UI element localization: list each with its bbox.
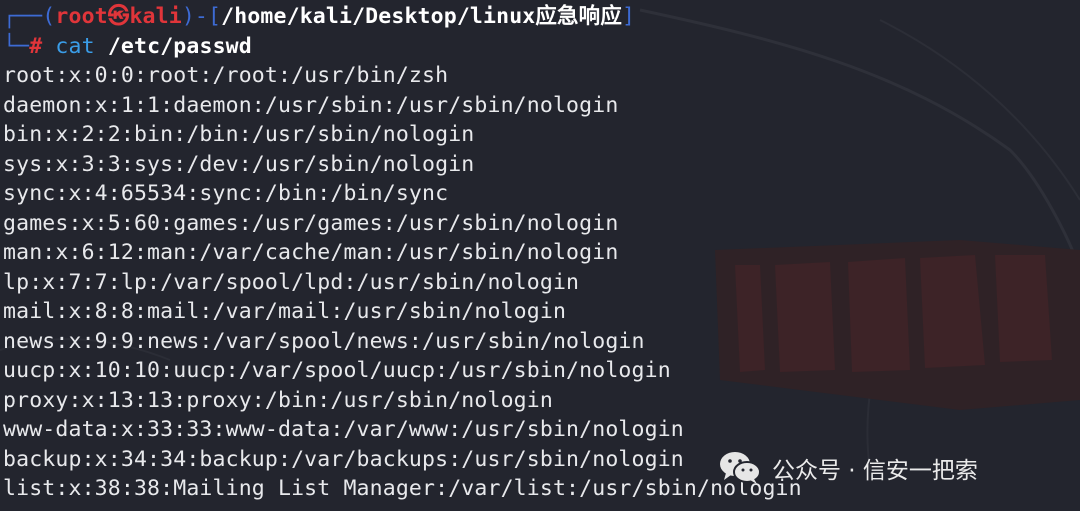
output-line: sys:x:3:3:sys:/dev:/usr/sbin/nologin — [3, 151, 475, 177]
prompt-hash: # — [29, 33, 43, 59]
prompt-line-1: ┌──(root㉿kali)-[/home/kali/Desktop/linux… — [3, 2, 1077, 32]
wechat-icon — [720, 452, 761, 484]
prompt-user: root — [55, 4, 108, 29]
command-argument: /etc/passwd — [107, 33, 252, 59]
prompt-at-symbol: ㉿ — [107, 4, 130, 29]
prompt-separator: )-[ — [181, 4, 222, 29]
command-name: cat — [55, 33, 95, 59]
watermark: 公众号 · 信安一把索 — [718, 446, 978, 490]
output-line: daemon:x:1:1:daemon:/usr/sbin:/usr/sbin/… — [3, 92, 619, 118]
prompt-frame-bottom: └─ — [3, 33, 30, 59]
prompt-host: kali — [129, 4, 182, 29]
output-line: bin:x:2:2:bin:/bin:/usr/sbin/nologin — [3, 122, 475, 147]
prompt-line-2: └─# cat /etc/passwd — [3, 32, 1077, 62]
prompt-close-bracket: ] — [621, 4, 636, 29]
prompt-frame-top: ┌──( — [3, 4, 56, 29]
output-line: uucp:x:10:10:uucp:/var/spool/uucp:/usr/s… — [3, 358, 671, 383]
output-line: lp:x:7:7:lp:/var/spool/lpd:/usr/sbin/nol… — [3, 269, 580, 295]
output-line: root:x:0:0:root:/root:/usr/bin/zsh — [3, 63, 449, 88]
watermark-text: 公众号 · 信安一把索 — [772, 458, 978, 484]
prompt-cwd: /home/kali/Desktop/linux应急响应 — [221, 4, 622, 29]
output-line: man:x:6:12:man:/var/cache/man:/usr/sbin/… — [3, 240, 619, 265]
output-line: mail:x:8:8:mail:/var/mail:/usr/sbin/nolo… — [3, 299, 567, 324]
output-line: proxy:x:13:13:proxy:/bin:/usr/sbin/nolog… — [3, 387, 553, 413]
output-line: www-data:x:33:33:www-data:/var/www:/usr/… — [3, 417, 684, 442]
output-line: sync:x:4:65534:sync:/bin:/bin/sync — [3, 181, 449, 206]
output-line: news:x:9:9:news:/var/spool/news:/usr/sbi… — [3, 328, 645, 354]
output-line: games:x:5:60:games:/usr/games:/usr/sbin/… — [3, 210, 619, 236]
terminal-window[interactable]: ┌──(root㉿kali)-[/home/kali/Desktop/linux… — [3, 2, 1077, 504]
